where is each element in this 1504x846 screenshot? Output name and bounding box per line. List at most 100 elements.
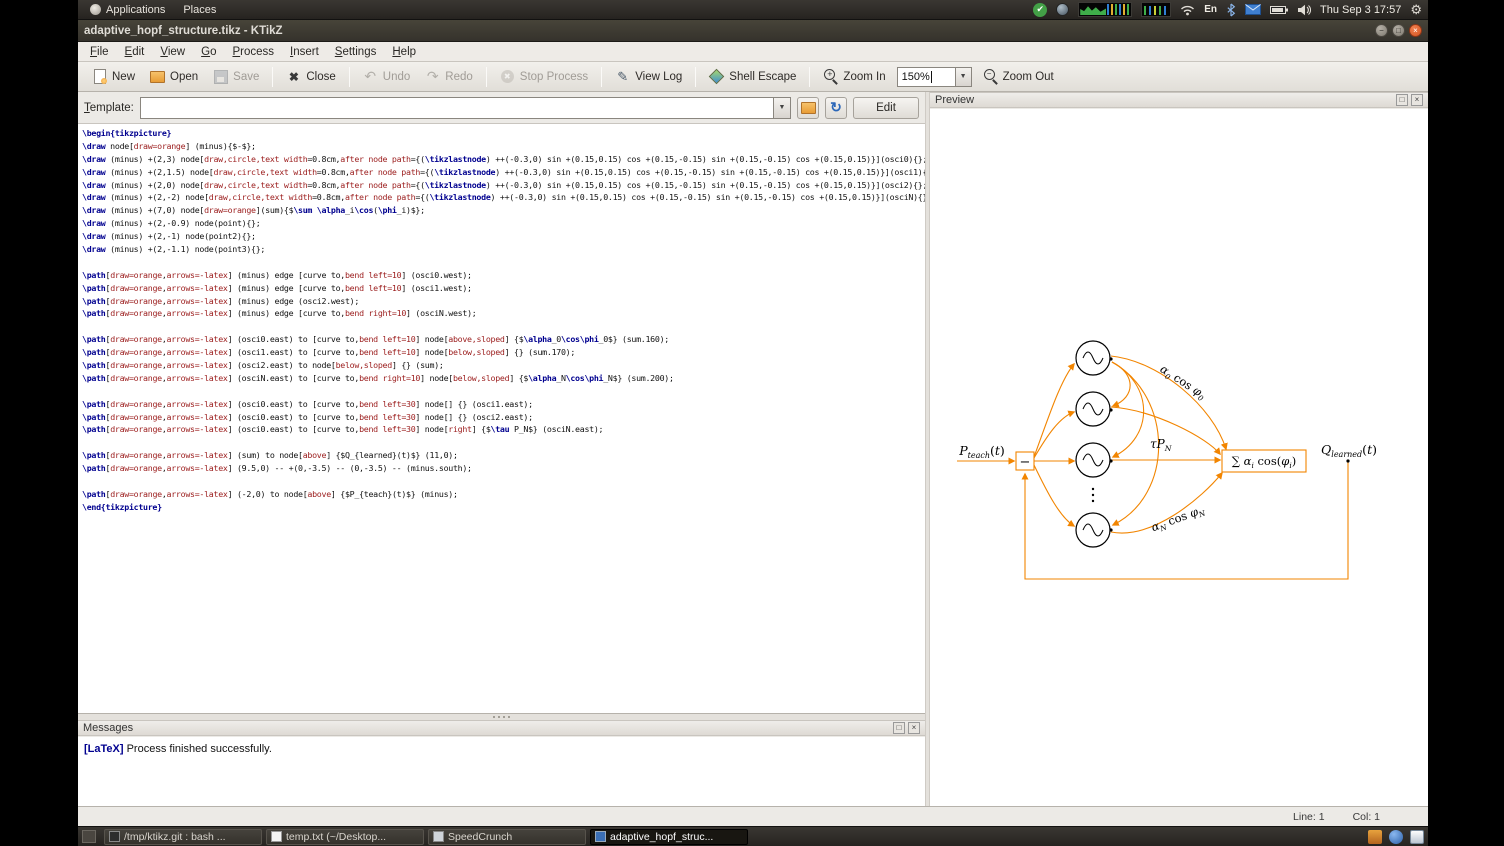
save-button: Save bbox=[207, 66, 265, 87]
shell-escape-icon bbox=[709, 69, 724, 84]
zoom-out-icon bbox=[983, 69, 998, 84]
close-panel-icon[interactable]: × bbox=[1411, 94, 1423, 106]
menu-process[interactable]: Process bbox=[224, 44, 282, 60]
applications-menu[interactable]: Applications bbox=[84, 0, 171, 20]
status-bar: Line: 1 Col: 1 bbox=[78, 806, 1428, 826]
minus-to-osci0-arrow bbox=[1034, 364, 1074, 457]
chevron-down-icon[interactable]: ▼ bbox=[773, 98, 790, 118]
toolbar-button-label: Undo bbox=[383, 71, 411, 83]
template-combobox[interactable]: ▼ bbox=[140, 97, 791, 119]
code-line: \path[draw=orange,arrows=-latex] (osci1.… bbox=[82, 346, 921, 359]
session-gear-icon[interactable]: ⚙ bbox=[1410, 2, 1422, 18]
float-panel-icon[interactable]: □ bbox=[1396, 94, 1408, 106]
taskbar-tray-icon-2[interactable] bbox=[1389, 830, 1403, 844]
minimize-button[interactable]: − bbox=[1375, 24, 1388, 37]
zoom-level-combobox[interactable]: 150%▼ bbox=[897, 67, 972, 87]
code-line: \path[draw=orange,arrows=-latex] (minus)… bbox=[82, 295, 921, 308]
wifi-icon[interactable] bbox=[1180, 2, 1195, 18]
clock[interactable]: Thu Sep 3 17:57 bbox=[1320, 2, 1401, 18]
code-line: \draw (minus) +(2,-2) node[draw,circle,t… bbox=[82, 191, 921, 204]
maximize-button[interactable]: □ bbox=[1392, 24, 1405, 37]
code-line: \end{tikzpicture} bbox=[82, 501, 921, 514]
globe-icon[interactable] bbox=[1056, 3, 1069, 16]
code-line bbox=[82, 436, 921, 449]
toolbar-button-label: Shell Escape bbox=[729, 71, 796, 83]
taskbar-window-button[interactable]: adaptive_hopf_struc... bbox=[590, 829, 748, 845]
show-desktop-icon[interactable] bbox=[82, 830, 96, 843]
toolbar-button-label: New bbox=[112, 71, 135, 83]
code-line: \path[draw=orange,arrows=-latex] (osci0.… bbox=[82, 423, 921, 436]
chevron-down-icon[interactable]: ▼ bbox=[955, 67, 972, 87]
diagram-labels: Pteach(t)Qlearned(t)τPNα0 cos φ0αN cos φ… bbox=[958, 362, 1377, 536]
view-log-button[interactable]: View Log bbox=[609, 66, 688, 87]
stop-process-icon bbox=[500, 69, 515, 84]
message-prefix: [LaTeX] bbox=[84, 743, 124, 755]
places-menu-label: Places bbox=[183, 4, 216, 16]
close-panel-icon[interactable]: × bbox=[908, 722, 920, 734]
taskbar-tray-icon-1[interactable] bbox=[1368, 830, 1382, 844]
toolbar-button-label: Stop Process bbox=[520, 71, 588, 83]
template-reload-button[interactable] bbox=[825, 97, 847, 119]
template-edit-button[interactable]: Edit bbox=[853, 97, 919, 119]
bluetooth-icon[interactable] bbox=[1226, 2, 1236, 18]
menu-view[interactable]: View bbox=[152, 44, 193, 60]
open-folder-icon bbox=[801, 100, 816, 115]
menu-edit[interactable]: Edit bbox=[117, 44, 153, 60]
code-line: \draw node[draw=orange] (minus){$-$}; bbox=[82, 140, 921, 153]
close-file-icon bbox=[286, 69, 301, 84]
update-check-icon[interactable]: ✔ bbox=[1033, 3, 1047, 17]
open-button[interactable]: Open bbox=[144, 66, 204, 87]
menu-insert[interactable]: Insert bbox=[282, 44, 327, 60]
save-icon bbox=[213, 69, 228, 84]
taskbar-window-label: SpeedCrunch bbox=[448, 831, 512, 843]
network-monitor-graph[interactable] bbox=[1141, 2, 1171, 17]
reload-icon bbox=[829, 100, 844, 115]
code-line: \draw (minus) +(2,1.5) node[draw,circle,… bbox=[82, 166, 921, 179]
taskbar-window-button[interactable]: SpeedCrunch bbox=[428, 829, 586, 845]
code-editor[interactable]: \begin{tikzpicture}\draw node[draw=orang… bbox=[78, 124, 925, 714]
template-open-button[interactable] bbox=[797, 97, 819, 119]
taskbar-tray bbox=[1368, 830, 1424, 844]
open-folder-icon bbox=[150, 69, 165, 84]
menu-settings[interactable]: Settings bbox=[327, 44, 385, 60]
menu-go[interactable]: Go bbox=[193, 44, 224, 60]
taskbar-window-label: temp.txt (~/Desktop... bbox=[286, 831, 386, 843]
minus-to-osci1-arrow bbox=[1034, 412, 1074, 458]
places-menu[interactable]: Places bbox=[177, 0, 222, 20]
shell-escape-button[interactable]: Shell Escape bbox=[703, 66, 802, 87]
preview-label-alpha_N: αN cos φN bbox=[1149, 502, 1207, 536]
system-monitor-graph[interactable] bbox=[1078, 2, 1132, 17]
taskbar-window-button[interactable]: /tmp/ktikz.git : bash ... bbox=[104, 829, 262, 845]
junction-dots bbox=[1109, 357, 1349, 531]
keyboard-layout-indicator[interactable]: En bbox=[1204, 2, 1217, 18]
toolbar-button-label: View Log bbox=[635, 71, 682, 83]
taskbar-tray-icon-3[interactable] bbox=[1410, 830, 1424, 844]
menu-help[interactable]: Help bbox=[384, 44, 424, 60]
code-line: \draw (minus) +(2,-0.9) node(point){}; bbox=[82, 217, 921, 230]
menu-file[interactable]: File bbox=[82, 44, 117, 60]
zoom-out-button[interactable]: Zoom Out bbox=[977, 66, 1060, 87]
code-line bbox=[82, 320, 921, 333]
title-bar[interactable]: adaptive_hopf_structure.tikz - KTikZ − □… bbox=[78, 20, 1428, 42]
taskbar-window-button[interactable]: temp.txt (~/Desktop... bbox=[266, 829, 424, 845]
preview-canvas: − bbox=[930, 109, 1428, 806]
toolbar-separator bbox=[695, 67, 696, 87]
messages-log[interactable]: [LaTeX] Process finished successfully. bbox=[78, 737, 925, 806]
minus-node-label: − bbox=[1020, 455, 1031, 470]
battery-icon[interactable] bbox=[1270, 2, 1288, 18]
toolbar-button-label: Close bbox=[306, 71, 335, 83]
taskbar-window-label: /tmp/ktikz.git : bash ... bbox=[124, 831, 226, 843]
mail-icon[interactable] bbox=[1245, 2, 1261, 18]
code-line bbox=[82, 256, 921, 269]
toolbar-separator bbox=[349, 67, 350, 87]
float-panel-icon[interactable]: □ bbox=[893, 722, 905, 734]
new-button[interactable]: New bbox=[86, 66, 141, 87]
close-button[interactable]: Close bbox=[280, 66, 341, 87]
volume-icon[interactable] bbox=[1297, 2, 1311, 18]
close-button[interactable]: × bbox=[1409, 24, 1422, 37]
code-line: \draw (minus) +(2,-1) node(point2){}; bbox=[82, 230, 921, 243]
zoom-level-input[interactable]: 150% bbox=[897, 67, 955, 87]
menu-bar: FileEditViewGoProcessInsertSettingsHelp bbox=[78, 42, 1428, 62]
preview-label-q_learned: Qlearned(t) bbox=[1321, 442, 1377, 459]
zoom-in-button[interactable]: Zoom In bbox=[817, 66, 891, 87]
